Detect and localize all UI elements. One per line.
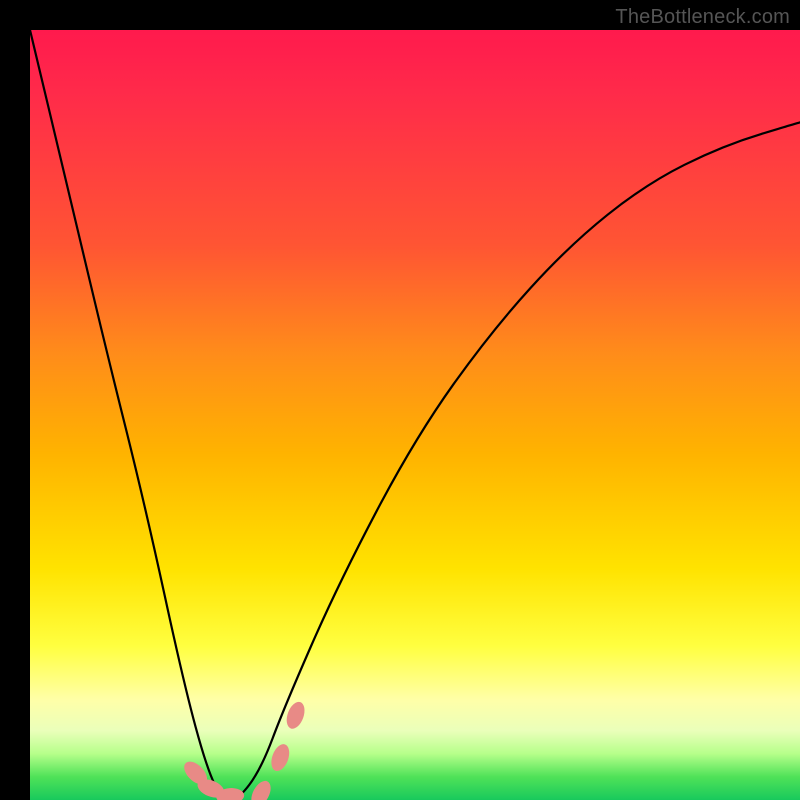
bottleneck-curve	[30, 30, 800, 800]
plot-area	[30, 30, 800, 800]
marker-group	[180, 699, 308, 800]
chart-frame: TheBottleneck.com	[0, 0, 800, 800]
watermark-text: TheBottleneck.com	[615, 6, 790, 29]
curve-marker	[268, 742, 293, 774]
curve-layer	[30, 30, 800, 800]
